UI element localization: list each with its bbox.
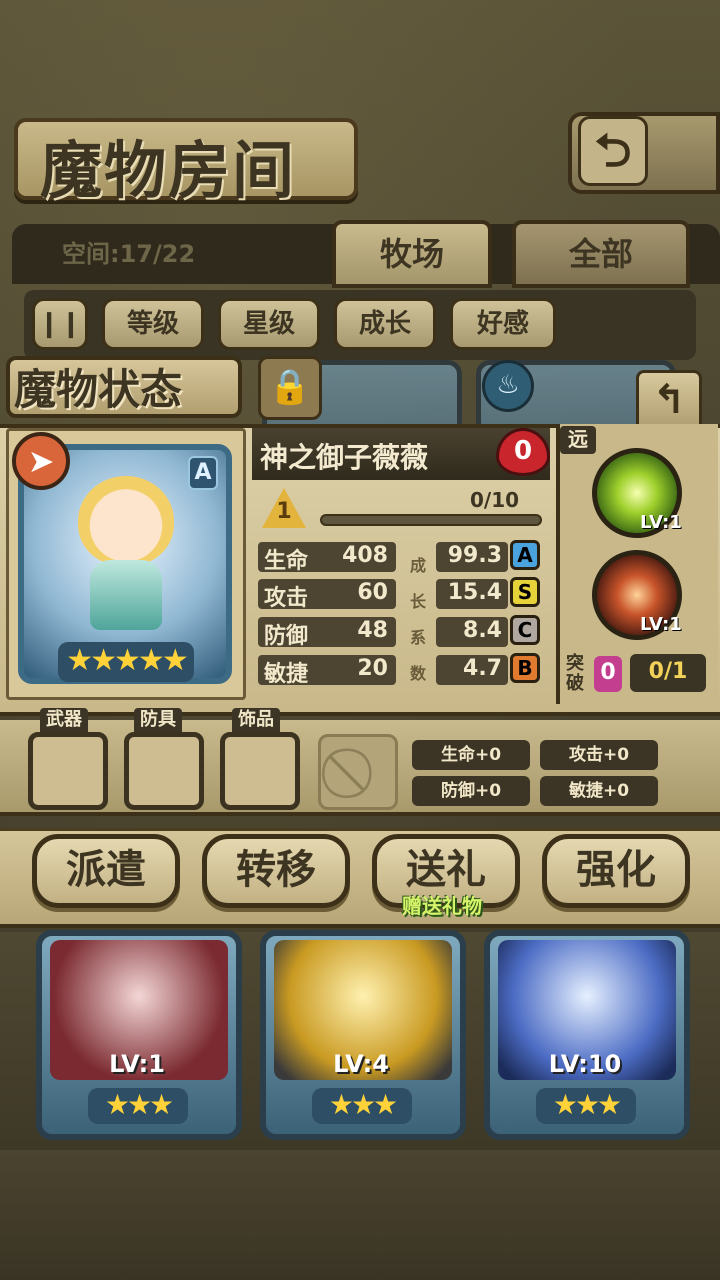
grade-badge: S <box>510 577 540 607</box>
card-level: LV:4 <box>333 1050 389 1078</box>
bonus-agi: 敏捷+0 <box>540 776 658 806</box>
stat-value: 60 <box>357 580 388 605</box>
bonus-atk: 攻击+0 <box>540 740 658 770</box>
growth-label-char: 系 <box>410 628 427 647</box>
growth-value: 15.4 <box>447 580 502 605</box>
accessory-label: 饰品 <box>232 708 280 734</box>
level-value: 1 <box>276 499 292 524</box>
exp-text: 0/10 <box>470 488 520 512</box>
break-label: 突破 <box>566 653 584 694</box>
grade-badge: C <box>510 615 540 645</box>
stat-label: 敏捷 <box>264 662 309 687</box>
break-count: 0 <box>594 656 622 692</box>
filter-star-button[interactable]: 星级 <box>218 298 320 350</box>
dispatch-button[interactable]: 派遣 <box>32 834 180 908</box>
growth-label-char: 长 <box>410 592 427 611</box>
tab-ranch[interactable]: 牧场 <box>332 220 492 288</box>
card-level: LV:10 <box>548 1050 622 1078</box>
bonus-def: 防御+0 <box>412 776 530 806</box>
rank-badge: A <box>188 456 218 490</box>
filter-level-button[interactable]: 等级 <box>102 298 204 350</box>
growth-label-char: 成 <box>410 556 427 575</box>
skill-level: LV:1 <box>640 512 682 533</box>
grade-badge: A <box>510 540 540 570</box>
page-title: 魔物房间 <box>40 134 297 207</box>
pause-icon[interactable]: ❙❙ <box>32 298 88 350</box>
filter-growth-button[interactable]: 成长 <box>334 298 436 350</box>
card-level: LV:1 <box>109 1050 165 1078</box>
range-tag: 远 <box>560 426 596 454</box>
monster-head-art <box>78 476 174 566</box>
stat-value: 20 <box>357 656 388 681</box>
skill-level: LV:1 <box>640 614 682 635</box>
growth-value: 4.7 <box>463 656 502 681</box>
prohibited-icon: ⃠ <box>318 734 398 810</box>
status-title: 魔物状态 <box>14 365 183 414</box>
return-arrow-icon[interactable]: ⮌ <box>578 116 648 186</box>
gift-subtitle: 赠送礼物 <box>402 894 482 918</box>
card-stars: ★★★ <box>536 1088 636 1124</box>
exp-bar <box>320 514 542 526</box>
stat-value: 48 <box>357 618 388 643</box>
transfer-button[interactable]: 转移 <box>202 834 350 908</box>
growth-label-char: 数 <box>410 664 427 683</box>
stat-label: 攻击 <box>264 586 309 611</box>
padlock-icon[interactable]: 🔒 <box>258 356 322 420</box>
water-element-icon: ♨ <box>482 360 534 412</box>
break-progress: 0/1 <box>630 654 706 692</box>
monster-body-art <box>90 560 162 630</box>
stat-label: 防御 <box>264 624 309 649</box>
armor-label: 防具 <box>134 708 182 734</box>
star-rating: ★★★★★ <box>58 642 194 682</box>
weapon-label: 武器 <box>40 708 88 734</box>
affection-count: 0 <box>513 436 533 466</box>
tab-all[interactable]: 全部 <box>512 220 690 288</box>
enhance-button[interactable]: 强化 <box>542 834 690 908</box>
weapon-slot[interactable] <box>28 732 108 810</box>
stat-value: 408 <box>342 543 388 568</box>
bonus-hp: 生命+0 <box>412 740 530 770</box>
stat-label: 生命 <box>264 549 309 574</box>
armor-slot[interactable] <box>124 732 204 810</box>
return-arrow-icon[interactable]: ↰ <box>636 370 702 432</box>
accessory-slot[interactable] <box>220 732 300 810</box>
filter-affection-button[interactable]: 好感 <box>450 298 556 350</box>
growth-value: 8.4 <box>463 618 502 643</box>
arrow-type-icon: ➤ <box>12 432 70 490</box>
monster-name: 神之御子薇薇 <box>260 441 429 474</box>
space-counter: 空间:17/22 <box>62 240 196 268</box>
growth-value: 99.3 <box>447 543 502 568</box>
bottom-strip <box>0 1150 720 1280</box>
grade-badge: B <box>510 653 540 683</box>
card-stars: ★★★ <box>312 1088 412 1124</box>
card-stars: ★★★ <box>88 1088 188 1124</box>
